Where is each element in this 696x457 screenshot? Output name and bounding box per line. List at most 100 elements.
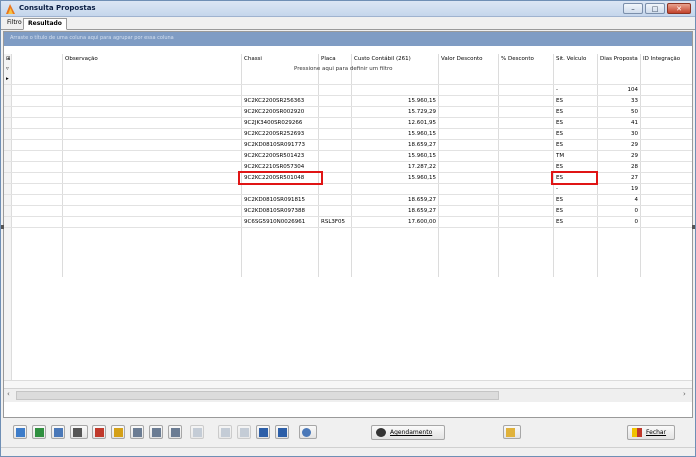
horizontal-scrollbar[interactable]: ‹ › — [4, 388, 692, 402]
cell-sit[interactable] — [555, 74, 596, 84]
cell-placa[interactable] — [320, 173, 350, 183]
filter-icon[interactable]: ▿ — [5, 65, 12, 74]
search-button[interactable] — [299, 425, 317, 439]
cell-custo[interactable]: 15.960,15 — [353, 129, 437, 139]
cell-chassi[interactable]: 9C2KD0810SR091773 — [243, 140, 317, 150]
cell-custo[interactable] — [353, 74, 437, 84]
cell-dias[interactable]: 4 — [599, 195, 639, 205]
scroll-thumb[interactable] — [16, 391, 499, 400]
agendamento-button[interactable]: Agendamento — [371, 425, 445, 440]
col-header-valor-desconto[interactable]: Valor Desconto — [440, 54, 497, 65]
filter-row[interactable]: ▿ Pressione aqui para definir um filtro — [4, 65, 692, 74]
cell-dias[interactable]: 27 — [599, 173, 639, 183]
left-resize-handle[interactable] — [1, 225, 4, 229]
minimize-button[interactable]: – — [623, 3, 643, 14]
table-row[interactable]: 9C2KC2200SR002920 15.729,29 ES 50 — [4, 107, 692, 118]
cell-chassi[interactable]: 9C2KD0810SR097388 — [243, 206, 317, 216]
cell-chassi[interactable]: 9C2KC2200SR501423 — [243, 151, 317, 161]
cell-dias[interactable]: 33 — [599, 96, 639, 106]
scroll-right-icon[interactable]: › — [683, 390, 686, 398]
cell-placa[interactable] — [320, 118, 350, 128]
cell-custo[interactable]: 15.960,15 — [353, 151, 437, 161]
cell-chassi[interactable] — [243, 74, 317, 84]
cell-sit[interactable]: ES — [555, 206, 596, 216]
results-grid[interactable]: ⊞ Observação Chassi Placa Custo Contábil… — [4, 54, 692, 402]
col-header-placa[interactable]: Placa — [320, 54, 350, 65]
cell-custo[interactable]: 15.960,15 — [353, 173, 437, 183]
cell-placa[interactable]: RSL3F05 — [320, 217, 350, 227]
cell-chassi[interactable]: 9C2JK3400SR029266 — [243, 118, 317, 128]
col-header-chassi[interactable]: Chassi — [243, 54, 317, 65]
cell-placa[interactable] — [320, 162, 350, 172]
cell-placa[interactable] — [320, 140, 350, 150]
table-row[interactable]: 9C2KD0810SR097388 18.659,27 ES 0 — [4, 206, 692, 217]
table-row[interactable]: -104 — [4, 85, 692, 96]
table-row[interactable]: 9C2KD0810SR091773 18.659,27 ES 29 — [4, 140, 692, 151]
table-row[interactable]: 9C2KC2200SR256363 15.960,15 ES 33 — [4, 96, 692, 107]
tab-resultado[interactable]: Resultado — [23, 18, 67, 30]
previous-record-button[interactable] — [237, 425, 251, 439]
cell-dias[interactable] — [599, 74, 639, 84]
cell-sit[interactable]: ES — [555, 140, 596, 150]
table-row[interactable]: -19 — [4, 184, 692, 195]
table-row[interactable]: 9C2KC2200SR252693 15.960,15 ES 30 — [4, 129, 692, 140]
cell-chassi[interactable] — [243, 184, 317, 194]
cell-placa[interactable] — [320, 85, 350, 95]
open-folder-button[interactable] — [503, 425, 521, 439]
cell-custo[interactable]: 12.601,95 — [353, 118, 437, 128]
cell-custo[interactable]: 17.287,22 — [353, 162, 437, 172]
cell-dias[interactable]: 19 — [599, 184, 639, 194]
close-window-button[interactable]: ✕ — [667, 3, 691, 14]
cell-sit[interactable]: ES — [555, 96, 596, 106]
cell-placa[interactable] — [320, 129, 350, 139]
cell-placa[interactable] — [320, 206, 350, 216]
cell-sit[interactable]: ES — [555, 107, 596, 117]
cell-chassi[interactable]: 9C6SG5910N0026961 — [243, 217, 317, 227]
first-record-button[interactable] — [218, 425, 232, 439]
cell-dias[interactable]: 104 — [599, 85, 639, 95]
cell-custo[interactable] — [353, 184, 437, 194]
document-button[interactable] — [111, 425, 125, 439]
cell-dias[interactable]: 29 — [599, 140, 639, 150]
cell-placa[interactable] — [320, 151, 350, 161]
cell-sit[interactable]: ES — [555, 129, 596, 139]
scroll-left-icon[interactable]: ‹ — [7, 390, 10, 398]
cell-custo[interactable]: 18.659,27 — [353, 206, 437, 216]
fechar-button[interactable]: Fechar — [627, 425, 675, 440]
last-record-button[interactable] — [275, 425, 289, 439]
cell-placa[interactable] — [320, 107, 350, 117]
cell-placa[interactable] — [320, 184, 350, 194]
next-record-button[interactable] — [256, 425, 270, 439]
cell-sit[interactable]: ES — [555, 195, 596, 205]
column-chooser-icon[interactable]: ⊞ — [5, 54, 12, 65]
cell-placa[interactable] — [320, 96, 350, 106]
cell-sit[interactable]: TM — [555, 151, 596, 161]
cell-dias[interactable]: 50 — [599, 107, 639, 117]
columns-button[interactable] — [130, 425, 144, 439]
print-button[interactable] — [70, 425, 88, 439]
cell-custo[interactable] — [353, 85, 437, 95]
cell-dias[interactable]: 28 — [599, 162, 639, 172]
cell-custo[interactable]: 18.659,27 — [353, 195, 437, 205]
table-row[interactable]: ▸ — [4, 74, 692, 85]
col-header-custo[interactable]: Custo Contábil (261) — [353, 54, 437, 65]
right-resize-handle[interactable] — [692, 225, 695, 229]
col-header-sit-veiculo[interactable]: Sit. Veículo — [555, 54, 596, 65]
export-excel-button[interactable] — [32, 425, 46, 439]
cell-chassi[interactable] — [243, 85, 317, 95]
cell-chassi[interactable]: 9C2KC2200SR256363 — [243, 96, 317, 106]
cell-chassi[interactable]: 9C2KC2200SR002920 — [243, 107, 317, 117]
cell-custo[interactable]: 15.960,15 — [353, 96, 437, 106]
cell-custo[interactable]: 18.659,27 — [353, 140, 437, 150]
table-row[interactable]: 9C2JK3400SR029266 12.601,95 ES 41 — [4, 118, 692, 129]
cell-custo[interactable]: 17.600,00 — [353, 217, 437, 227]
col-header-dias-proposta[interactable]: Dias Proposta — [599, 54, 639, 65]
cell-placa[interactable] — [320, 74, 350, 84]
cell-dias[interactable]: 29 — [599, 151, 639, 161]
cell-placa[interactable] — [320, 195, 350, 205]
col-header-observacao[interactable]: Observação — [64, 54, 234, 65]
group-by-area[interactable]: Arraste o título de uma coluna aqui para… — [4, 32, 692, 46]
table-row[interactable]: 9C2KC2200SR501423 15.960,15 TM 29 — [4, 151, 692, 162]
maximize-button[interactable]: □ — [645, 3, 665, 14]
email-button[interactable] — [51, 425, 65, 439]
